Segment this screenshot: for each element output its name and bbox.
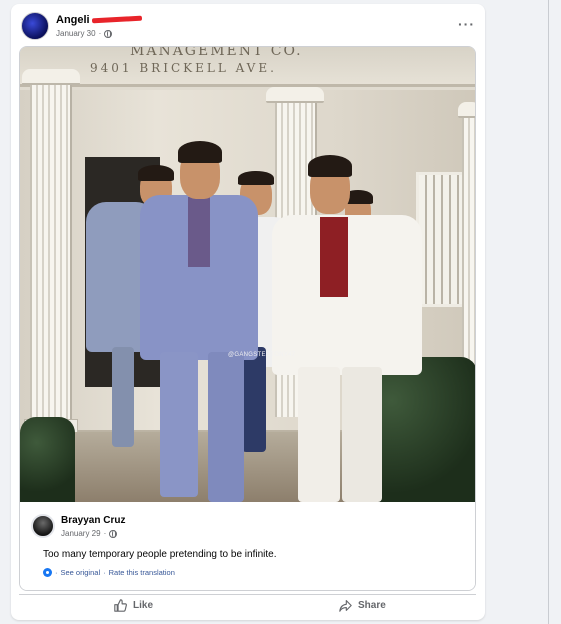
- share-arrow-icon: [339, 600, 352, 612]
- hedge-left: [20, 417, 75, 502]
- quoted-post: Brayyan Cruz January 29 · Too many tempo…: [20, 502, 475, 590]
- post-meta: January 30 ·: [56, 29, 113, 38]
- more-options-button[interactable]: ···: [458, 16, 475, 32]
- quoted-author-name[interactable]: Brayyan Cruz: [61, 515, 125, 526]
- meta-separator: ·: [98, 29, 102, 38]
- see-original-link[interactable]: See original: [61, 568, 101, 577]
- photo-watermark: @GANGSTERTONY47: [228, 352, 296, 358]
- redaction-mark: [92, 14, 142, 24]
- translation-separator: ·: [103, 568, 106, 577]
- like-button[interactable]: Like: [114, 599, 153, 612]
- author-avatar[interactable]: [21, 12, 49, 40]
- author-name[interactable]: Angeli: [56, 14, 90, 26]
- quoted-author-avatar[interactable]: [31, 514, 55, 538]
- globe-icon: [104, 29, 113, 38]
- window-edge-divider: [548, 0, 549, 624]
- globe-icon: [109, 529, 118, 538]
- column-center-capital: [266, 87, 324, 103]
- sign-address-text: 9401 BRICKELL AVE.: [90, 61, 277, 75]
- translation-bar: · See original · Rate this translation: [43, 568, 175, 577]
- post-date[interactable]: January 30: [56, 29, 96, 38]
- like-label: Like: [133, 600, 154, 611]
- building-sign: MANAGEMENT CO. 9401 BRICKELL AVE.: [20, 47, 475, 87]
- sign-top-text: MANAGEMENT CO.: [130, 47, 303, 59]
- column-left: [30, 77, 72, 432]
- post-actions-bar: Like Share: [19, 594, 476, 616]
- post-photo[interactable]: MANAGEMENT CO. 9401 BRICKELL AVE. @GANGS…: [20, 47, 475, 502]
- settings-gear-icon[interactable]: [43, 568, 52, 577]
- column-right-capital: [458, 102, 475, 118]
- share-button[interactable]: Share: [339, 599, 386, 612]
- rate-translation-link[interactable]: Rate this translation: [109, 568, 175, 577]
- translation-separator: ·: [55, 568, 58, 577]
- thumbs-up-icon: [114, 599, 127, 612]
- quoted-post-date[interactable]: January 29: [61, 529, 101, 538]
- post-header: Angeli January 30 · ···: [21, 12, 475, 44]
- column-left-capital: [22, 69, 80, 85]
- quoted-post-text: Too many temporary people pretending to …: [43, 549, 277, 560]
- post-card: Angeli January 30 · ··· MANAGEMENT CO. 9…: [11, 4, 485, 620]
- shared-post[interactable]: MANAGEMENT CO. 9401 BRICKELL AVE. @GANGS…: [19, 46, 476, 591]
- meta-separator: ·: [103, 529, 107, 538]
- quoted-post-meta: January 29 ·: [61, 529, 118, 538]
- share-label: Share: [358, 600, 386, 611]
